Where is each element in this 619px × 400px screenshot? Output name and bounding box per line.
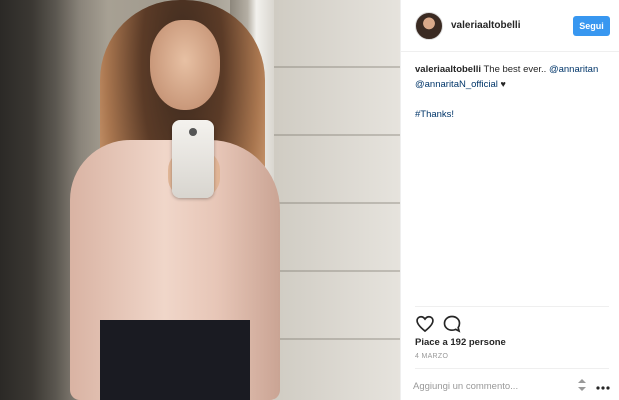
hashtag-link[interactable]: #Thanks! xyxy=(415,109,454,120)
avatar[interactable] xyxy=(415,12,443,40)
photo-wall xyxy=(270,0,400,400)
header-username[interactable]: valeriaaltobelli xyxy=(451,20,520,31)
follow-button[interactable]: Segui xyxy=(573,16,610,36)
heart-outline-icon xyxy=(416,315,434,333)
comment-divider xyxy=(415,368,609,369)
more-dots-icon[interactable] xyxy=(596,380,610,390)
hashtag-line: #Thanks! xyxy=(415,107,613,122)
mention-link[interactable]: @annaritan xyxy=(549,64,598,75)
mention-link-official[interactable]: @annaritaN_official xyxy=(415,79,498,90)
up-down-arrows-icon[interactable] xyxy=(577,378,587,392)
comment-input[interactable] xyxy=(413,378,563,394)
speech-bubble-icon xyxy=(443,315,461,333)
post-header: valeriaaltobelli Segui xyxy=(401,0,619,52)
post-photo[interactable] xyxy=(0,0,400,400)
photo-pants xyxy=(100,320,250,400)
caption-username[interactable]: valeriaaltobelli xyxy=(415,64,481,75)
post-caption: valeriaaltobelli The best ever.. @annari… xyxy=(415,62,613,122)
post-sidebar: valeriaaltobelli Segui valeriaaltobelli … xyxy=(400,0,619,400)
caption-line: valeriaaltobelli The best ever.. @annari… xyxy=(415,62,613,92)
caption-text: The best ever.. xyxy=(481,64,549,75)
comment-button[interactable] xyxy=(442,314,462,334)
like-button[interactable] xyxy=(415,314,435,334)
likes-count[interactable]: Piace a 192 persone xyxy=(415,337,506,348)
actions-divider xyxy=(415,306,609,307)
post-date: 4 MARZO xyxy=(415,353,449,360)
photo-face xyxy=(150,20,220,110)
heart-emoji-icon: ♥ xyxy=(500,79,506,89)
photo-phone xyxy=(172,120,214,198)
